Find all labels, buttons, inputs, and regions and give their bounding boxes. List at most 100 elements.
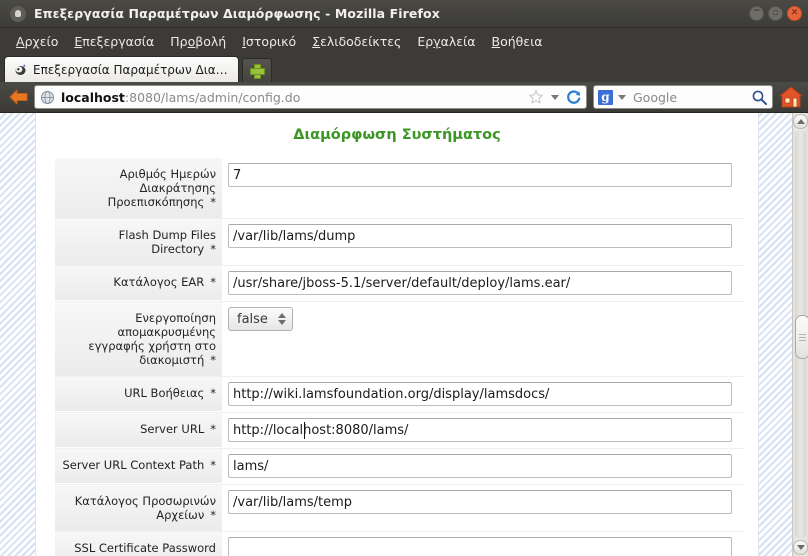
input-wrapper	[228, 418, 732, 442]
input-help-url[interactable]	[228, 382, 732, 406]
text-caret	[304, 422, 306, 439]
input-wrapper	[228, 163, 732, 187]
reload-icon[interactable]	[565, 89, 582, 106]
scroll-up-button[interactable]	[793, 114, 808, 129]
form-row: SSL Certificate Password	[55, 531, 745, 556]
required-marker: *	[210, 242, 216, 256]
label-text: Server URL Context Path	[62, 458, 205, 472]
form-row: Κατάλογος EAR *	[55, 265, 745, 301]
label-text: Κατάλογος Προσωρινών Αρχείων	[74, 494, 216, 522]
label-server-url-context-path: Server URL Context Path *	[55, 449, 222, 483]
required-marker: *	[210, 508, 216, 522]
menu-item-file[interactable]: Αρχείο	[8, 32, 66, 51]
menu-item-help[interactable]: Βοήθεια	[484, 32, 551, 51]
search-engine-chevron-icon[interactable]	[618, 94, 626, 100]
window-controls: − ▫ ✕	[749, 6, 802, 21]
menu-item-history[interactable]: Ιστορικό	[234, 32, 304, 51]
input-ssl-certificate-password[interactable]	[228, 537, 732, 556]
home-icon	[779, 86, 802, 108]
tab-title: Επεξεργασία Παραμέτρων Δια…	[33, 62, 228, 77]
label-ear-directory: Κατάλογος EAR *	[55, 266, 222, 300]
required-marker: *	[210, 422, 216, 436]
menu-item-edit[interactable]: Επεξεργασία	[66, 32, 162, 51]
bookmark-star-icon[interactable]	[528, 89, 544, 105]
label-text: Flash Dump Files Directory	[118, 228, 216, 256]
label-flash-dump-files-directory: Flash Dump Files Directory *	[55, 219, 222, 265]
field-cell	[222, 266, 745, 301]
title-bar: Επεξεργασία Παραμέτρων Διαμόρφωσης - Moz…	[0, 0, 808, 28]
label-preview-retention-days: Αριθμός Ημερών Διακράτησης Προεπισκόπηση…	[55, 158, 222, 218]
required-marker: *	[210, 275, 216, 289]
select-spinner-icon[interactable]	[277, 313, 288, 325]
input-wrapper	[228, 537, 732, 556]
search-input[interactable]: Google	[631, 90, 751, 105]
label-ssl-certificate-password: SSL Certificate Password	[55, 532, 222, 556]
field-cell	[222, 413, 745, 448]
input-wrapper	[228, 490, 732, 514]
input-wrapper	[228, 271, 732, 295]
label-text: Server URL	[140, 422, 205, 436]
label-text: Ενεργοποίηση απομακρυσμένης εγγραφής χρή…	[88, 311, 216, 367]
input-wrapper	[228, 224, 732, 248]
menu-item-bookmarks[interactable]: Σελιδοδείκτες	[304, 32, 409, 51]
home-button[interactable]	[777, 84, 804, 110]
form-row: Κατάλογος Προσωρινών Αρχείων *	[55, 484, 745, 531]
url-bar[interactable]: localhost:8080/lams/admin/config.do	[34, 85, 587, 109]
field-cell	[222, 532, 745, 556]
close-button[interactable]: ✕	[787, 6, 802, 21]
maximize-button[interactable]: ▫	[768, 6, 783, 21]
label-help-url: URL Βοήθειας *	[55, 377, 222, 411]
input-server-url-context-path[interactable]	[228, 454, 732, 478]
form-row: Server URL Context Path *	[55, 448, 745, 484]
back-button[interactable]	[4, 84, 34, 110]
menu-file-rest: ρχείο	[24, 33, 59, 49]
select-enable-remote-user-registration[interactable]: false	[228, 307, 293, 331]
window-app-icon	[10, 5, 26, 22]
label-text: SSL Certificate Password	[74, 541, 216, 555]
new-tab-button[interactable]	[241, 58, 272, 82]
label-enable-remote-user-registration: Ενεργοποίηση απομακρυσμένης εγγραφής χρή…	[55, 302, 222, 376]
input-wrapper	[228, 382, 732, 406]
required-marker: *	[210, 458, 216, 472]
form-row: Flash Dump Files Directory *	[55, 218, 745, 265]
plus-icon	[250, 64, 266, 79]
label-text: Αριθμός Ημερών Διακράτησης Προεπισκόπηση…	[107, 167, 216, 209]
field-cell	[222, 158, 745, 193]
input-preview-retention-days[interactable]	[228, 163, 732, 187]
field-cell	[222, 377, 745, 412]
select-value: false	[237, 311, 268, 327]
scroll-down-button[interactable]	[793, 540, 808, 555]
input-ear-directory[interactable]	[228, 271, 732, 295]
window-title: Επεξεργασία Παραμέτρων Διαμόρφωσης - Moz…	[34, 6, 440, 21]
form-row: Server URL *	[55, 412, 745, 448]
back-arrow-icon	[9, 89, 28, 105]
search-bar[interactable]: g Google	[593, 85, 773, 109]
globe-icon	[40, 90, 55, 105]
url-host: localhost	[61, 89, 125, 105]
label-server-url: Server URL *	[55, 413, 222, 447]
scrollbar-thumb[interactable]	[795, 315, 808, 359]
lams-favicon-icon	[13, 62, 28, 77]
tab-active[interactable]: Επεξεργασία Παραμέτρων Δια…	[4, 56, 239, 82]
form-row: Ενεργοποίηση απομακρυσμένης εγγραφής χρή…	[55, 301, 745, 376]
field-cell	[222, 485, 745, 520]
arrow-down-icon	[796, 545, 805, 550]
input-flash-dump-files-directory[interactable]	[228, 224, 732, 248]
label-temp-files-directory: Κατάλογος Προσωρινών Αρχείων *	[55, 485, 222, 531]
menu-item-view[interactable]: Προβολή	[162, 32, 234, 51]
search-icon[interactable]	[751, 89, 768, 106]
minimize-button[interactable]: −	[749, 6, 764, 21]
chevron-down-icon[interactable]	[551, 94, 559, 100]
menu-item-tools[interactable]: Εργαλεία	[409, 32, 483, 51]
form-row: Αριθμός Ημερών Διακράτησης Προεπισκόπηση…	[55, 157, 745, 218]
firefox-window: Επεξεργασία Παραμέτρων Διαμόρφωσης - Moz…	[0, 0, 808, 556]
label-text: URL Βοήθειας	[124, 386, 205, 400]
input-temp-files-directory[interactable]	[228, 490, 732, 514]
required-marker: *	[210, 195, 216, 209]
input-wrapper	[228, 454, 732, 478]
required-marker: *	[210, 386, 216, 400]
vertical-scrollbar[interactable]	[792, 113, 808, 556]
scrollbar-track[interactable]	[795, 130, 808, 539]
menu-bar: Αρχείο Επεξεργασία Προβολή Ιστορικό Σελι…	[0, 28, 808, 54]
arrow-up-icon	[796, 119, 805, 124]
